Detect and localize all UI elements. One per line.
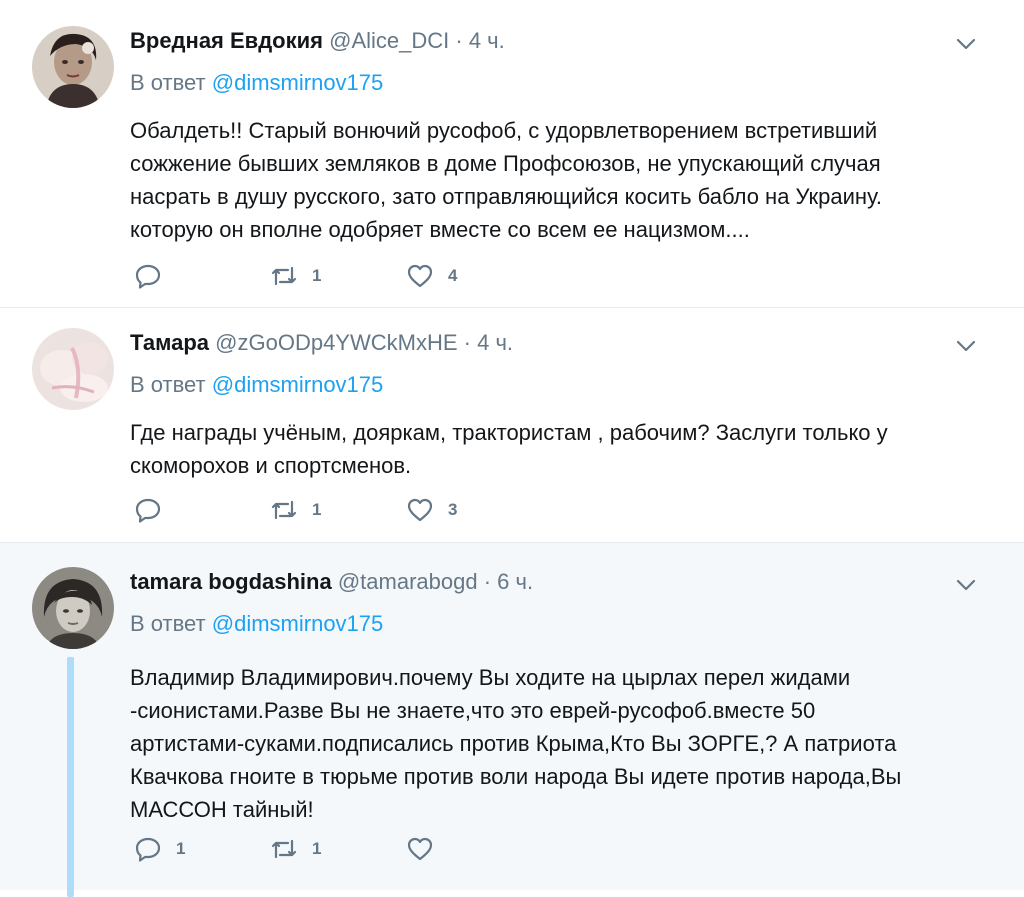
reply-context: В ответ @dimsmirnov175: [130, 370, 984, 400]
author-handle[interactable]: @tamarabogd: [338, 569, 478, 594]
tweet-actions: 1 3: [134, 494, 542, 526]
tweet-text: Где награды учёным, дояркам, тракториста…: [130, 420, 888, 478]
thread-line: [67, 657, 74, 897]
reply-mention-link[interactable]: @dimsmirnov175: [212, 70, 384, 95]
separator-dot: ·: [455, 28, 463, 53]
tweet-actions: 1 1: [134, 833, 542, 865]
reply-button[interactable]: 1: [134, 835, 270, 863]
retweet-icon: [271, 266, 297, 286]
retweet-count: 1: [312, 266, 322, 285]
retweet-button[interactable]: 1: [270, 835, 406, 863]
tweet[interactable]: Вредная Евдокия @Alice_DCI · 4 ч. В отве…: [0, 0, 1024, 308]
tweet-header: Вредная Евдокия @Alice_DCI · 4 ч.: [130, 26, 984, 56]
avatar-image: [32, 26, 114, 108]
like-button[interactable]: 3: [406, 496, 542, 524]
tweet-header: Тамара @zGoODp4YWCkMxHE · 4 ч.: [130, 328, 984, 358]
tweet-content: Вредная Евдокия @Alice_DCI · 4 ч. В отве…: [130, 26, 984, 246]
chevron-down-icon[interactable]: [954, 32, 978, 56]
reply-mention-link[interactable]: @dimsmirnov175: [212, 611, 384, 636]
chevron-down-icon[interactable]: [954, 573, 978, 597]
tweet-text: Обалдеть!! Старый вонючий русофоб, с удо…: [130, 118, 882, 242]
heart-icon: [407, 264, 433, 288]
tweet-text: Владимир Владимирович.почему Вы ходите н…: [130, 665, 902, 822]
avatar[interactable]: [32, 567, 114, 649]
retweet-icon: [271, 500, 297, 520]
author-handle[interactable]: @zGoODp4YWCkMxHE: [215, 330, 457, 355]
author-handle[interactable]: @Alice_DCI: [329, 28, 449, 53]
like-count: 3: [448, 500, 458, 519]
reply-count: 1: [176, 839, 186, 858]
tweet-actions: 1 4: [134, 260, 542, 292]
chevron-down-icon[interactable]: [954, 334, 978, 358]
reply-prefix: В ответ: [130, 611, 206, 636]
reply-prefix: В ответ: [130, 70, 206, 95]
reply-icon: [135, 837, 161, 862]
reply-icon: [135, 264, 161, 289]
separator-dot: ·: [483, 569, 492, 594]
tweet[interactable]: tamara bogdashina @tamarabogd · 6 ч. В о…: [0, 543, 1024, 897]
tweet[interactable]: Тамара @zGoODp4YWCkMxHE · 4 ч. В ответ @…: [0, 308, 1024, 543]
like-button[interactable]: 4: [406, 262, 542, 290]
reply-prefix: В ответ: [130, 372, 206, 397]
reply-button[interactable]: [134, 496, 270, 524]
like-count: 4: [448, 266, 458, 285]
avatar[interactable]: [32, 328, 114, 410]
reply-context: В ответ @dimsmirnov175: [130, 68, 984, 98]
retweet-count: 1: [312, 839, 322, 858]
heart-icon: [407, 837, 433, 861]
separator-dot: ·: [463, 330, 471, 355]
avatar-image: [32, 567, 114, 649]
heart-icon: [407, 498, 433, 522]
tweet-timestamp[interactable]: 4 ч.: [469, 28, 505, 53]
retweet-icon: [271, 839, 297, 859]
retweet-button[interactable]: 1: [270, 496, 406, 524]
author-name[interactable]: tamara bogdashina: [130, 569, 332, 594]
avatar-image: [32, 328, 114, 410]
reply-context: В ответ @dimsmirnov175: [130, 609, 984, 639]
avatar[interactable]: [32, 26, 114, 108]
tweet-header: tamara bogdashina @tamarabogd · 6 ч.: [130, 567, 984, 597]
like-button[interactable]: [406, 835, 542, 863]
tweet-content: tamara bogdashina @tamarabogd · 6 ч. В о…: [130, 567, 984, 826]
reply-icon: [135, 498, 161, 523]
tweet-timestamp[interactable]: 6 ч.: [497, 569, 533, 594]
reply-mention-link[interactable]: @dimsmirnov175: [212, 372, 384, 397]
tweet-timestamp[interactable]: 4 ч.: [477, 330, 513, 355]
author-name[interactable]: Тамара: [130, 330, 209, 355]
retweet-button[interactable]: 1: [270, 262, 406, 290]
author-name[interactable]: Вредная Евдокия: [130, 28, 323, 53]
reply-button[interactable]: [134, 262, 270, 290]
tweet-content: Тамара @zGoODp4YWCkMxHE · 4 ч. В ответ @…: [130, 328, 984, 482]
retweet-count: 1: [312, 500, 322, 519]
